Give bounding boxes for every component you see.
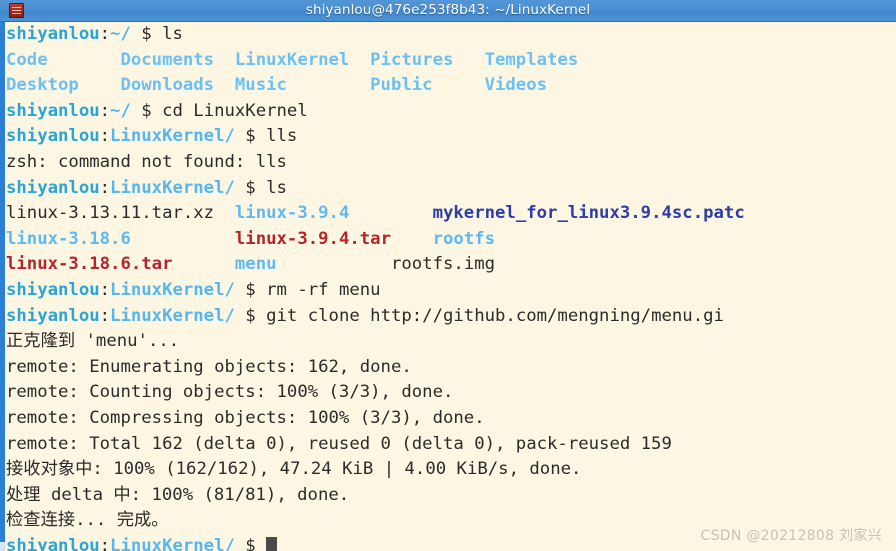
terminal-line: remote: Compressing objects: 100% (3/3),… [6, 406, 896, 432]
terminal-text: 检查连接... 完成。 [6, 510, 169, 531]
scrollbar-thumb[interactable] [0, 22, 5, 542]
terminal-text: 接收对象中: 100% (162/162), 47.24 KiB | 4.00 … [6, 459, 582, 480]
terminal-text: remote: Total 162 (delta 0), reused 0 (d… [6, 433, 672, 454]
terminal-window: shiyanlou@476e253f8b43: ~/LinuxKernel sh… [0, 0, 896, 551]
terminal-text: shiyanlou [6, 177, 100, 198]
window-titlebar: shiyanlou@476e253f8b43: ~/LinuxKernel [0, 0, 896, 22]
terminal-line: remote: Total 162 (delta 0), reused 0 (d… [6, 432, 896, 458]
terminal-body: shiyanlou:~/ $ ls Code Documents LinuxKer… [0, 22, 896, 551]
terminal-text: remote: Counting objects: 100% (3/3), do… [6, 382, 454, 403]
terminal-text: : [99, 100, 111, 121]
terminal-text: : [99, 535, 111, 551]
terminal-text: 正克隆到 'menu'... [6, 331, 180, 352]
terminal-line: 处理 delta 中: 100% (81/81), done. [6, 483, 896, 509]
terminal-text: remote: Enumerating objects: 162, done. [6, 356, 412, 377]
terminal-line: 正克隆到 'menu'... [6, 329, 896, 355]
terminal-text: : [99, 279, 111, 300]
terminal-line: shiyanlou:LinuxKernel/ $ ls [6, 176, 896, 202]
terminal-text: $ ls [130, 24, 183, 44]
terminal-text: ~/ [110, 24, 131, 44]
terminal-text: zsh: command not found: lls [6, 151, 287, 172]
terminal-text: $ rm -rf menu [234, 279, 381, 300]
terminal-line: linux-3.13.11.tar.xz linux-3.9.4 mykerne… [6, 201, 896, 227]
terminal-line: shiyanlou:~/ $ cd LinuxKernel [6, 99, 896, 125]
terminal-line: Code Documents LinuxKernel Pictures Temp… [6, 48, 896, 74]
terminal-text: ~/ [110, 100, 131, 121]
terminal-line: linux-3.18.6 linux-3.9.4.tar rootfs [6, 227, 896, 253]
terminal-text: menu [234, 254, 277, 275]
terminal-text: remote: Compressing objects: 100% (3/3),… [6, 407, 485, 428]
terminal-line: shiyanlou:LinuxKernel/ $ lls [6, 124, 896, 150]
terminal-text: shiyanlou [6, 126, 100, 147]
watermark: CSDN @20212808 刘家兴 [700, 528, 882, 544]
terminal-line: shiyanlou:LinuxKernel/ $ git clone http:… [6, 304, 896, 330]
terminal-line: Desktop Downloads Music Public Videos [6, 73, 896, 99]
terminal-text: : [99, 24, 111, 44]
terminal-text: shiyanlou [6, 535, 100, 551]
terminal-text: 处理 delta 中: 100% (81/81), done. [6, 484, 350, 505]
terminal-text: LinuxKernel/ [110, 126, 235, 147]
terminal-line: shiyanlou:LinuxKernel/ $ rm -rf menu [6, 278, 896, 304]
terminal-text: Desktop Downloads Music Public Videos [6, 75, 548, 96]
terminal-text: linux-3.9.4 [234, 203, 350, 224]
terminal-text: shiyanlou [6, 24, 100, 44]
terminal-text: linux-3.18.6.tar [6, 254, 173, 275]
terminal-line: linux-3.18.6.tar menu rootfs.img [6, 252, 896, 278]
terminal-text: linux-3.18.6 [6, 228, 131, 249]
text-cursor [266, 536, 278, 551]
terminal-screen[interactable]: shiyanlou:~/ $ ls Code Documents LinuxKer… [6, 22, 896, 551]
terminal-text: shiyanlou [6, 279, 100, 300]
terminal-line: 接收对象中: 100% (162/162), 47.24 KiB | 4.00 … [6, 457, 896, 483]
terminal-line: remote: Counting objects: 100% (3/3), do… [6, 380, 896, 406]
terminal-text: Code Documents LinuxKernel Pictures Temp… [6, 49, 579, 70]
terminal-text: mykernel_for_linux3.9.4sc.patc [432, 203, 745, 224]
terminal-text: shiyanlou [6, 305, 100, 326]
terminal-line: remote: Enumerating objects: 162, done. [6, 355, 896, 381]
terminal-line: shiyanlou:~/ $ ls [6, 22, 896, 48]
vertical-scrollbar[interactable] [0, 22, 5, 551]
terminal-text: shiyanlou [6, 100, 100, 121]
terminal-text: $ ls [234, 177, 287, 198]
terminal-text: linux-3.13.11.tar.xz [6, 203, 215, 224]
terminal-text: LinuxKernel/ [110, 535, 235, 551]
terminal-text: : [99, 126, 111, 147]
terminal-text: $ git clone http://github.com/mengning/m… [234, 305, 724, 326]
terminal-text: linux-3.9.4.tar [234, 228, 391, 249]
terminal-text: $ [234, 535, 267, 551]
terminal-text: LinuxKernel/ [110, 279, 235, 300]
terminal-text: : [99, 177, 111, 198]
terminal-text: LinuxKernel/ [110, 305, 235, 326]
terminal-line: zsh: command not found: lls [6, 150, 896, 176]
terminal-icon [9, 3, 24, 18]
terminal-text: : [99, 305, 111, 326]
terminal-text: LinuxKernel/ [110, 177, 235, 198]
window-title: shiyanlou@476e253f8b43: ~/LinuxKernel [305, 2, 591, 18]
terminal-text: rootfs [432, 228, 496, 249]
terminal-text: rootfs.img [390, 254, 496, 275]
terminal-text: $ lls [234, 126, 298, 147]
terminal-text: $ cd LinuxKernel [130, 100, 308, 121]
